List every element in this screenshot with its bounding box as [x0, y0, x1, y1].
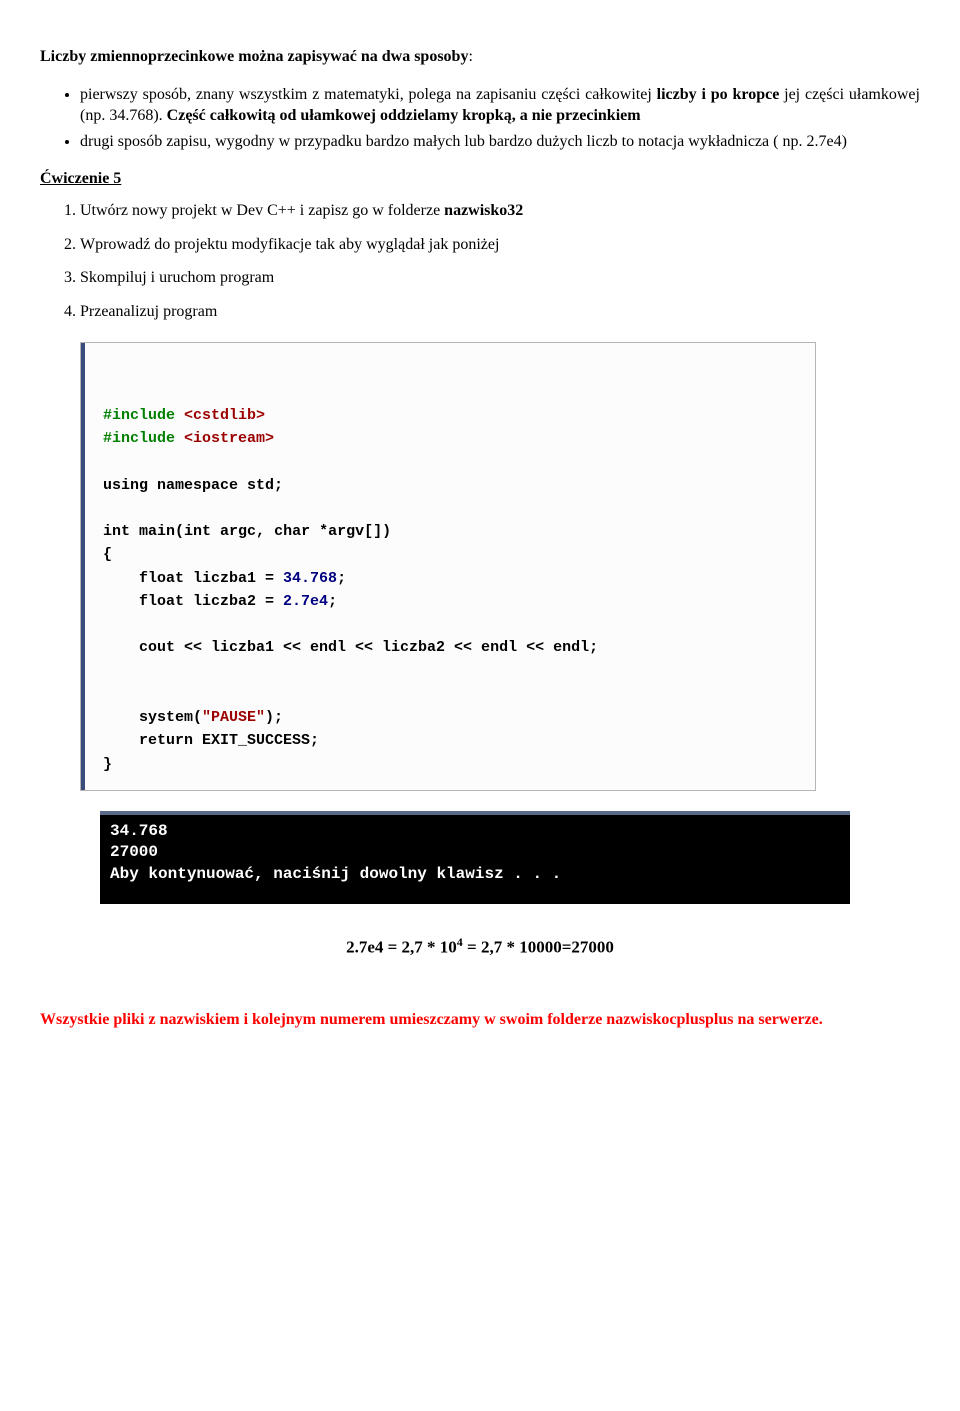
- code-editor: #include <cstdlib> #include <iostream> u…: [80, 342, 816, 791]
- intro-bullet-2: drugi sposób zapisu, wygodny w przypadku…: [80, 131, 920, 153]
- intro-bullet-1: pierwszy sposób, znany wszystkim z matem…: [80, 84, 920, 127]
- console-output: 34.768 27000 Aby kontynuować, naciśnij d…: [100, 811, 850, 904]
- footer-note: Wszystkie pliki z nazwiskiem i kolejnym …: [40, 1009, 920, 1031]
- intro-paragraph: Liczby zmiennoprzecinkowe można zapisywa…: [40, 46, 920, 68]
- equation-line: 2.7e4 = 2,7 * 104 = 2,7 * 10000=27000: [40, 934, 920, 960]
- intro-bullets: pierwszy sposób, znany wszystkim z matem…: [40, 84, 920, 153]
- step-1: Utwórz nowy projekt w Dev C++ i zapisz g…: [80, 200, 920, 222]
- exercise-steps: Utwórz nowy projekt w Dev C++ i zapisz g…: [40, 200, 920, 322]
- step-3: Skompiluj i uruchom program: [80, 267, 920, 289]
- intro-lead: Liczby zmiennoprzecinkowe można zapisywa…: [40, 48, 468, 65]
- step-2: Wprowadź do projektu modyfikacje tak aby…: [80, 234, 920, 256]
- exercise-title: Ćwiczenie 5: [40, 168, 920, 190]
- fold-margin: [81, 343, 85, 790]
- step-4: Przeanalizuj program: [80, 301, 920, 323]
